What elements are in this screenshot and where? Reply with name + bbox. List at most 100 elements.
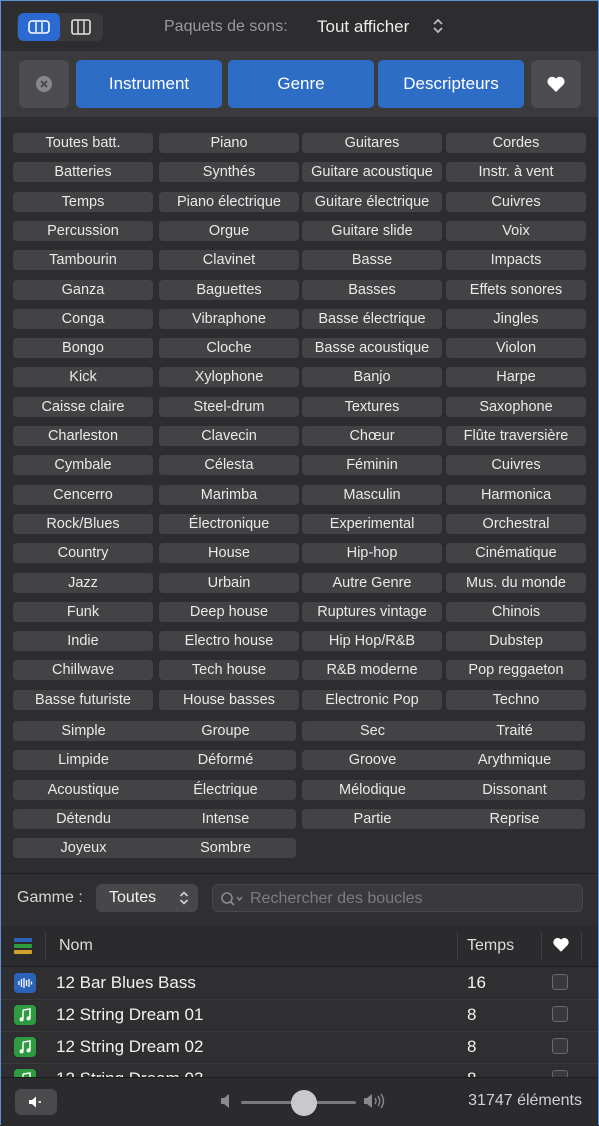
keyword-button[interactable]: Basses: [302, 279, 442, 300]
keyword-button[interactable]: Basse électrique: [302, 308, 442, 329]
keyword-button[interactable]: Hip-hop: [302, 543, 442, 564]
descriptor-pair[interactable]: Partie Reprise: [302, 808, 585, 829]
keyword-button[interactable]: Pop reggaeton: [446, 660, 586, 681]
keyword-button[interactable]: Guitare acoustique: [302, 162, 442, 183]
descriptor-option[interactable]: Arythmique: [444, 752, 585, 768]
descriptor-pair[interactable]: Joyeux Sombre: [13, 838, 296, 859]
descriptor-pair[interactable]: Sec Traité: [302, 721, 585, 741]
keyword-button[interactable]: Tech house: [159, 660, 299, 681]
keyword-button[interactable]: Guitare électrique: [302, 191, 442, 212]
keyword-button[interactable]: Harmonica: [446, 484, 586, 505]
keyword-button[interactable]: Jingles: [446, 308, 586, 329]
keyword-button[interactable]: Electronic Pop: [302, 689, 442, 710]
descriptor-option[interactable]: Mélodique: [302, 782, 443, 798]
keyword-button[interactable]: Autre Genre: [302, 572, 442, 593]
keyword-button[interactable]: Chillwave: [13, 660, 153, 681]
volume-slider-knob[interactable]: [291, 1090, 318, 1116]
descriptor-option[interactable]: Dissonant: [444, 782, 585, 798]
keyword-button[interactable]: Violon: [446, 338, 586, 359]
loop-row[interactable]: 12 String Dream 01 8: [1, 999, 598, 1032]
keyword-button[interactable]: Effets sonores: [446, 279, 586, 300]
favorite-checkbox[interactable]: [552, 1006, 568, 1022]
keyword-button[interactable]: Caisse claire: [13, 396, 153, 417]
keyword-button[interactable]: Mus. du monde: [446, 572, 586, 593]
keyword-button[interactable]: Urbain: [159, 572, 299, 593]
descriptor-pair[interactable]: Mélodique Dissonant: [302, 779, 585, 800]
button-view-button[interactable]: [18, 13, 60, 41]
descriptor-option[interactable]: Électrique: [155, 782, 296, 798]
keyword-button[interactable]: Électronique: [159, 513, 299, 534]
keyword-button[interactable]: House: [159, 543, 299, 564]
descriptor-option[interactable]: Sombre: [155, 840, 296, 856]
keyword-button[interactable]: Banjo: [302, 367, 442, 388]
keyword-button[interactable]: Célesta: [159, 455, 299, 476]
keyword-button[interactable]: Funk: [13, 601, 153, 622]
keyword-button[interactable]: Temps: [13, 191, 153, 212]
keyword-button[interactable]: Cuivres: [446, 191, 586, 212]
keyword-button[interactable]: Chœur: [302, 426, 442, 446]
keyword-button[interactable]: Vibraphone: [159, 308, 299, 329]
search-input[interactable]: [248, 888, 572, 910]
chevron-updown-icon[interactable]: [432, 16, 444, 36]
keyword-button[interactable]: Ganza: [13, 279, 153, 300]
keyword-button[interactable]: Bongo: [13, 338, 153, 359]
column-view-button[interactable]: [60, 13, 102, 41]
keyword-button[interactable]: Steel-drum: [159, 396, 299, 417]
descriptor-pair[interactable]: Simple Groupe: [13, 721, 296, 741]
descriptors-button[interactable]: Descripteurs: [378, 60, 524, 108]
keyword-button[interactable]: Experimental: [302, 513, 442, 534]
keyword-button[interactable]: Basse acoustique: [302, 338, 442, 359]
descriptor-pair[interactable]: Limpide Déformé: [13, 750, 296, 771]
descriptor-option[interactable]: Groove: [302, 752, 443, 768]
keyword-button[interactable]: Guitare slide: [302, 220, 442, 241]
keyword-button[interactable]: Toutes batt.: [13, 133, 153, 153]
keyword-button[interactable]: Baguettes: [159, 279, 299, 300]
keyword-button[interactable]: Cinématique: [446, 543, 586, 564]
keyword-button[interactable]: Basse futuriste: [13, 689, 153, 710]
keyword-button[interactable]: Cuivres: [446, 455, 586, 476]
keyword-button[interactable]: Flûte traversière: [446, 426, 586, 446]
keyword-button[interactable]: Féminin: [302, 455, 442, 476]
tempo-column-header[interactable]: Temps: [467, 937, 514, 955]
range-popup[interactable]: Toutes: [96, 884, 198, 912]
keyword-button[interactable]: Country: [13, 543, 153, 564]
keyword-button[interactable]: Orchestral: [446, 513, 586, 534]
loop-row[interactable]: 12 String Dream 02 8: [1, 1031, 598, 1064]
keyword-button[interactable]: Ruptures vintage: [302, 601, 442, 622]
reset-button[interactable]: [19, 60, 69, 108]
keyword-button[interactable]: Kick: [13, 367, 153, 388]
keyword-button[interactable]: Synthés: [159, 162, 299, 183]
keyword-button[interactable]: Instr. à vent: [446, 162, 586, 183]
loop-type-column-icon[interactable]: [14, 937, 32, 955]
genre-button[interactable]: Genre: [228, 60, 374, 108]
descriptor-option[interactable]: Limpide: [13, 752, 154, 768]
keyword-button[interactable]: Textures: [302, 396, 442, 417]
keyword-button[interactable]: Deep house: [159, 601, 299, 622]
keyword-button[interactable]: Harpe: [446, 367, 586, 388]
descriptor-option[interactable]: Groupe: [155, 723, 296, 739]
descriptor-option[interactable]: Partie: [302, 811, 443, 827]
descriptor-option[interactable]: Simple: [13, 723, 154, 739]
loop-row[interactable]: 12 Bar Blues Bass 16: [1, 967, 598, 1000]
keyword-button[interactable]: Guitares: [302, 133, 442, 153]
keyword-button[interactable]: Orgue: [159, 220, 299, 241]
keyword-button[interactable]: Cloche: [159, 338, 299, 359]
keyword-button[interactable]: Marimba: [159, 484, 299, 505]
keyword-button[interactable]: Batteries: [13, 162, 153, 183]
keyword-button[interactable]: Cordes: [446, 133, 586, 153]
descriptor-option[interactable]: Reprise: [444, 811, 585, 827]
heart-icon[interactable]: [552, 936, 570, 953]
keyword-button[interactable]: Hip Hop/R&B: [302, 631, 442, 652]
keyword-button[interactable]: Xylophone: [159, 367, 299, 388]
keyword-button[interactable]: Electro house: [159, 631, 299, 652]
keyword-button[interactable]: Conga: [13, 308, 153, 329]
keyword-button[interactable]: Indie: [13, 631, 153, 652]
favorite-checkbox[interactable]: [552, 974, 568, 990]
keyword-button[interactable]: Voix: [446, 220, 586, 241]
descriptor-option[interactable]: Joyeux: [13, 840, 154, 856]
loop-search-field[interactable]: [212, 884, 583, 912]
keyword-button[interactable]: Saxophone: [446, 396, 586, 417]
preview-speaker-button[interactable]: [15, 1089, 57, 1115]
keyword-button[interactable]: Cymbale: [13, 455, 153, 476]
descriptor-option[interactable]: Traité: [444, 723, 585, 739]
